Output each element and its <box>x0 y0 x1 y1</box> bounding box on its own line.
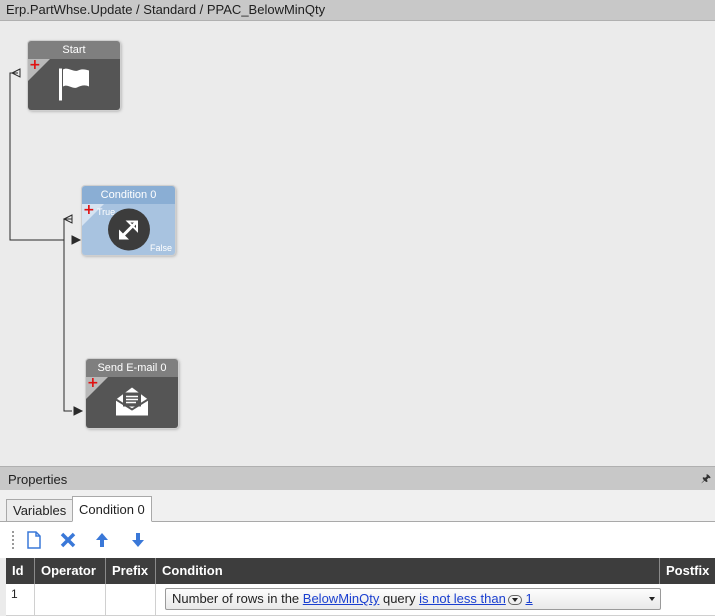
condition-text-mid: query <box>379 591 420 606</box>
start-node[interactable]: Start + <box>28 41 120 110</box>
condition-node-title: Condition 0 <box>82 186 175 204</box>
row-postfix[interactable] <box>660 584 715 616</box>
row-id: 1 <box>6 584 35 616</box>
add-icon[interactable]: + <box>83 203 95 217</box>
grid-toolbar <box>0 522 715 558</box>
column-header-prefix[interactable]: Prefix <box>106 558 156 584</box>
pin-icon[interactable]: 🖈 <box>701 470 711 489</box>
properties-panel-header: Properties 🖈 <box>0 466 715 490</box>
condition-node[interactable]: Condition 0 + True False <box>82 186 175 255</box>
value-link[interactable]: 1 <box>525 591 532 606</box>
query-link[interactable]: BelowMinQty <box>303 591 380 606</box>
false-branch-label: False <box>149 243 172 253</box>
chevron-down-icon[interactable] <box>649 597 655 601</box>
flag-icon <box>56 65 92 104</box>
tab-variables[interactable]: Variables <box>6 499 74 522</box>
column-header-id[interactable]: Id <box>6 558 35 584</box>
move-down-icon[interactable] <box>128 530 148 550</box>
properties-title: Properties <box>8 472 68 487</box>
column-header-postfix[interactable]: Postfix <box>660 558 715 584</box>
column-header-condition[interactable]: Condition <box>156 558 660 584</box>
send-email-node[interactable]: Send E-mail 0 + <box>86 359 178 428</box>
toolbar-grip[interactable] <box>12 531 15 549</box>
breadcrumb: Erp.PartWhse.Update / Standard / PPAC_Be… <box>0 0 715 21</box>
send-email-node-title: Send E-mail 0 <box>86 359 178 377</box>
comparison-dropdown-icon[interactable] <box>507 594 522 605</box>
delete-icon[interactable] <box>58 530 78 550</box>
condition-editor[interactable]: Number of rows in the BelowMinQty query … <box>165 588 661 610</box>
grid-header: Id Operator Prefix Condition Postfix <box>6 558 715 584</box>
conditions-grid: Id Operator Prefix Condition Postfix 1 N… <box>6 558 715 616</box>
column-header-operator[interactable]: Operator <box>35 558 106 584</box>
add-icon[interactable]: + <box>29 58 41 72</box>
table-row[interactable]: 1 Number of rows in the BelowMinQty quer… <box>6 584 715 616</box>
comparison-link[interactable]: is not less than <box>419 591 506 606</box>
add-icon[interactable]: + <box>87 376 99 390</box>
properties-tabs: Variables Condition 0 <box>0 490 715 522</box>
new-icon[interactable] <box>24 530 44 550</box>
expand-arrows-icon <box>107 208 151 255</box>
tab-condition-0[interactable]: Condition 0 <box>72 496 152 522</box>
row-operator[interactable] <box>35 584 106 616</box>
workflow-canvas[interactable]: Start + Condition 0 + True False Send E-… <box>0 21 715 466</box>
move-up-icon[interactable] <box>92 530 112 550</box>
row-prefix[interactable] <box>106 584 156 616</box>
condition-text-before: Number of rows in the <box>172 591 303 606</box>
start-node-title: Start <box>28 41 120 59</box>
envelope-icon <box>114 385 150 420</box>
